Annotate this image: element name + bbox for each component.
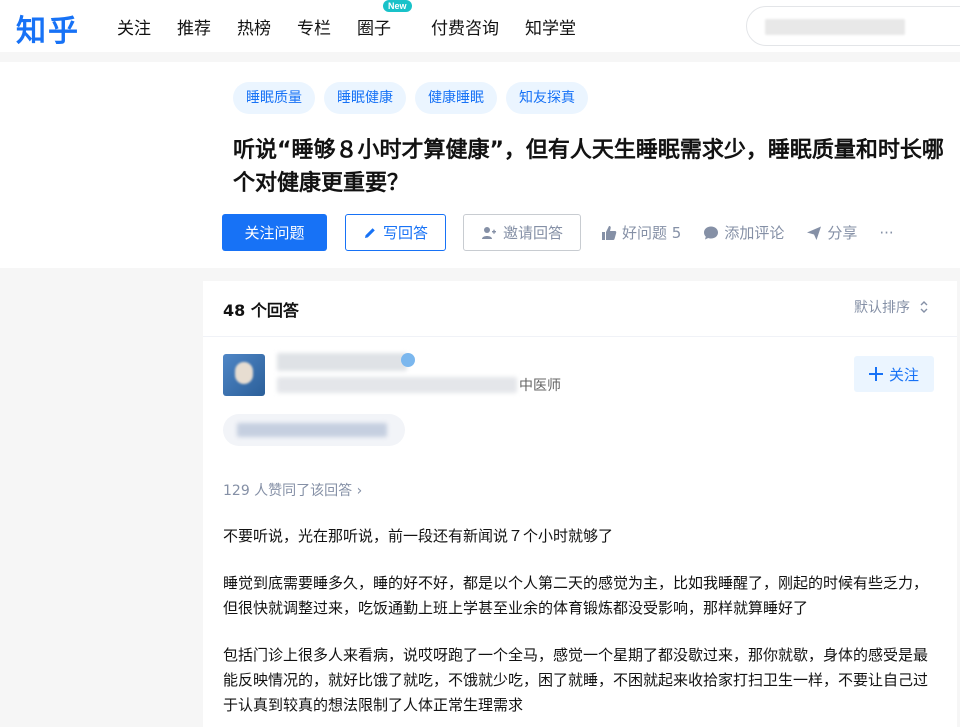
answer-paragraph: 睡觉到底需要睡多久，睡的好不好，都是以个人第二天的感觉为主，比如我睡醒了，刚起的… [223, 574, 929, 617]
top-navigation-bar: 知乎 关注 推荐 热榜 专栏 圈子 New 付费咨询 知学堂 [0, 0, 960, 52]
author-name-blurred[interactable] [277, 353, 407, 371]
verified-badge-icon [401, 353, 415, 367]
invite-answer-button[interactable]: 邀请回答 [463, 214, 582, 251]
nav-item-paid-consult[interactable]: 付费咨询 [431, 14, 499, 39]
nav-item-hot[interactable]: 热榜 [237, 14, 271, 39]
add-user-icon [481, 225, 497, 241]
question-title: 听说“睡够８小时才算健康”，但有人天生睡眠需求少，睡眠质量和时长哪个对健康更重要… [233, 138, 944, 196]
answer-content: 不要听说，光在那听说，前一段还有新闻说７个小时就够了 睡觉到底需要睡多久，睡的好… [223, 524, 933, 727]
share-button[interactable]: 分享 [806, 222, 857, 243]
answer-count: 48 个回答 [223, 301, 299, 320]
write-answer-label: 写回答 [383, 224, 429, 242]
search-input[interactable] [746, 6, 960, 46]
new-badge: New [383, 0, 412, 12]
nav-item-circle-label: 圈子 [357, 18, 391, 39]
sort-chevron-icon [920, 301, 928, 313]
author-badge-blurred[interactable] [223, 414, 405, 446]
pencil-icon [363, 226, 377, 240]
topic-tag[interactable]: 健康睡眠 [415, 82, 497, 114]
nav-item-circle[interactable]: 圈子 New [357, 0, 412, 39]
topic-tag[interactable]: 知友探真 [506, 82, 588, 114]
topic-tag[interactable]: 睡眠质量 [233, 82, 315, 114]
sort-dropdown[interactable]: 默认排序 [854, 297, 932, 317]
follow-author-button[interactable]: 关注 [854, 356, 934, 392]
search-placeholder-blurred [765, 19, 905, 35]
follow-question-button[interactable]: 关注问题 [222, 214, 327, 251]
author-headline-suffix: 中医师 [519, 378, 561, 394]
zhihu-logo[interactable]: 知乎 [16, 6, 80, 50]
add-comment-button[interactable]: 添加评论 [703, 222, 784, 243]
nav-item-zhixuetang[interactable]: 知学堂 [525, 14, 576, 39]
answer-paragraph: 包括门诊上很多人来看病，说哎呀跑了一个全马，感觉一个星期了都没歇过来，那你就歇，… [223, 646, 929, 714]
answer-list-card: 48 个回答 默认排序 中医师 关注 129 人赞同了该回答 › 不要听说，光在… [203, 281, 957, 727]
follow-author-label: 关注 [888, 365, 919, 384]
add-comment-label: 添加评论 [724, 224, 785, 242]
nav-item-recommend[interactable]: 推荐 [177, 14, 211, 39]
plus-icon [868, 367, 883, 381]
sort-label: 默认排序 [854, 300, 910, 316]
question-header: 睡眠质量 睡眠健康 健康睡眠 知友探真 听说“睡够８小时才算健康”，但有人天生睡… [0, 62, 960, 268]
topic-tags: 睡眠质量 睡眠健康 健康睡眠 知友探真 [233, 82, 597, 114]
share-icon [807, 226, 822, 240]
question-actions: 关注问题 写回答 邀请回答 好问题 5 添加评论 分享 ··· [222, 214, 916, 251]
nav-item-column[interactable]: 专栏 [297, 14, 331, 39]
good-question-button[interactable]: 好问题 5 [601, 222, 681, 243]
topic-tag[interactable]: 睡眠健康 [324, 82, 406, 114]
main-nav: 关注 推荐 热榜 专栏 圈子 New 付费咨询 知学堂 [117, 0, 602, 52]
divider [203, 336, 957, 337]
invite-answer-label: 邀请回答 [503, 224, 564, 242]
more-button[interactable]: ··· [879, 224, 893, 242]
answer-paragraph: 不要听说，光在那听说，前一段还有新闻说７个小时就够了 [223, 527, 614, 545]
author-avatar[interactable] [223, 354, 265, 396]
author-headline-blurred [277, 377, 517, 393]
share-label: 分享 [827, 224, 858, 242]
nav-item-following[interactable]: 关注 [117, 14, 151, 39]
voters-count[interactable]: 129 人赞同了该回答 › [223, 480, 362, 500]
thumbs-up-icon [602, 225, 617, 240]
write-answer-button[interactable]: 写回答 [345, 214, 447, 251]
comment-icon [704, 226, 719, 239]
good-question-label: 好问题 5 [622, 224, 682, 242]
